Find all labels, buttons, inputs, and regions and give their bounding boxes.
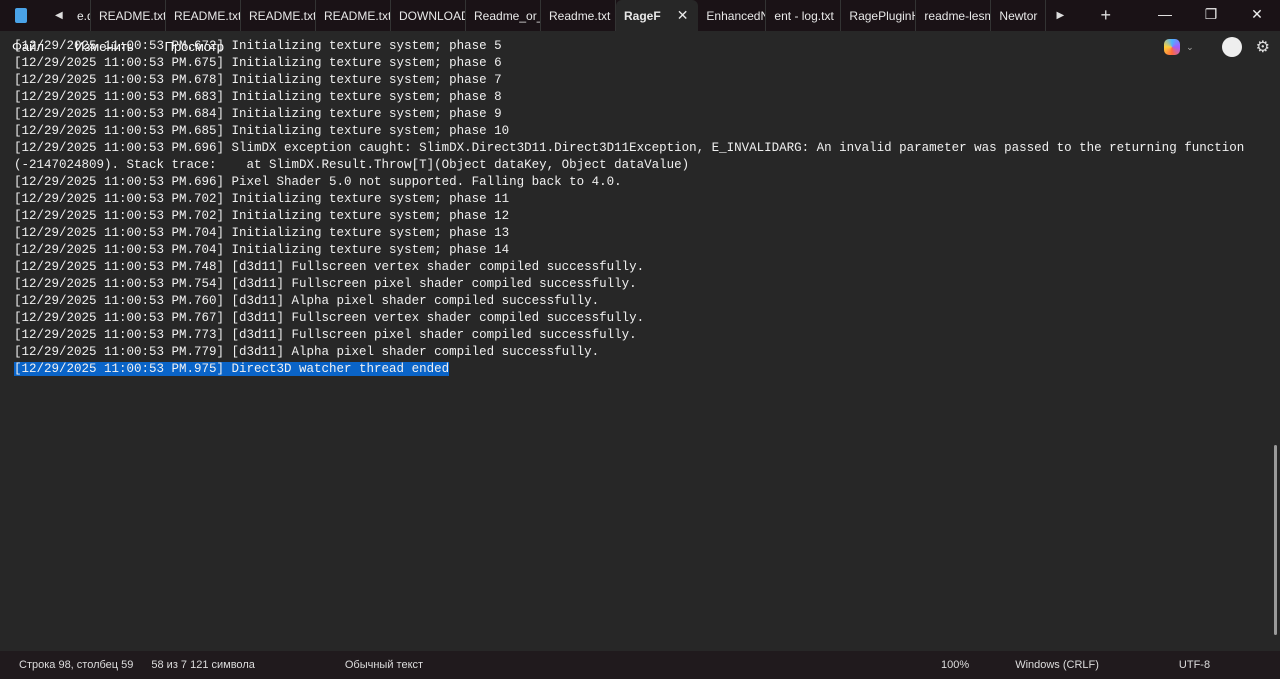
tab-item[interactable]: RageF ✕ xyxy=(616,0,699,31)
line-text: [12/29/2025 11:00:53 PM.702] Initializin… xyxy=(14,209,510,223)
tab-item[interactable]: README.txt xyxy=(166,0,241,31)
line-text: [12/29/2025 11:00:53 PM.748] [d3d11] Ful… xyxy=(14,260,645,274)
close-window-button[interactable]: ✕ xyxy=(1234,0,1280,28)
tab-label: ent - log.txt xyxy=(774,8,834,23)
tab-label: EnhancedNa xyxy=(706,8,765,23)
text-line: [12/29/2025 11:00:53 PM.760] [d3d11] Alp… xyxy=(14,293,1260,310)
tab-item[interactable]: ent - log.txt xyxy=(766,0,842,31)
text-line: [12/29/2025 11:00:53 PM.675] Initializin… xyxy=(14,55,1260,72)
text-line: [12/29/2025 11:00:53 PM.678] Initializin… xyxy=(14,72,1260,89)
line-text: [12/29/2025 11:00:53 PM.773] [d3d11] Ful… xyxy=(14,328,637,342)
line-text: [12/29/2025 11:00:53 PM.675] Initializin… xyxy=(14,56,502,70)
text-line: [12/29/2025 11:00:53 PM.975] Direct3D wa… xyxy=(14,361,1260,378)
tab-label: README.txt xyxy=(249,8,316,23)
tab-item[interactable]: README.txt xyxy=(91,0,166,31)
line-text: [12/29/2025 11:00:53 PM.696] SlimDX exce… xyxy=(14,141,1245,155)
close-tab-icon[interactable]: ✕ xyxy=(677,7,689,24)
line-text: [12/29/2025 11:00:53 PM.704] Initializin… xyxy=(14,226,510,240)
tab-item[interactable]: Readme.txt xyxy=(541,0,616,31)
line-text: [12/29/2025 11:00:53 PM.767] [d3d11] Ful… xyxy=(14,311,645,325)
text-editor[interactable]: [12/29/2025 11:00:53 PM.672] Initializin… xyxy=(14,38,1260,638)
line-text: [12/29/2025 11:00:53 PM.684] Initializin… xyxy=(14,107,502,121)
text-line: [12/29/2025 11:00:53 PM.696] Pixel Shade… xyxy=(14,174,1260,191)
tab-label: RageF xyxy=(624,8,661,23)
text-line: [12/29/2025 11:00:53 PM.683] Initializin… xyxy=(14,89,1260,106)
zoom-level[interactable]: 100% xyxy=(932,659,978,671)
line-text: [12/29/2025 11:00:53 PM.779] [d3d11] Alp… xyxy=(14,345,600,359)
text-line: [12/29/2025 11:00:53 PM.779] [d3d11] Alp… xyxy=(14,344,1260,361)
text-line: [12/29/2025 11:00:53 PM.754] [d3d11] Ful… xyxy=(14,276,1260,293)
line-text: [12/29/2025 11:00:53 PM.672] Initializin… xyxy=(14,39,502,53)
text-line: [12/29/2025 11:00:53 PM.684] Initializin… xyxy=(14,106,1260,123)
new-tab-button[interactable]: + xyxy=(1100,5,1111,26)
notepad-app-icon xyxy=(15,8,27,23)
tab-label: DOWNLOAD xyxy=(399,8,466,23)
line-text: [12/29/2025 11:00:53 PM.678] Initializin… xyxy=(14,73,502,87)
text-line: [12/29/2025 11:00:53 PM.702] Initializin… xyxy=(14,208,1260,225)
text-line: [12/29/2025 11:00:53 PM.685] Initializin… xyxy=(14,123,1260,140)
tab-item[interactable]: RagePluginH xyxy=(841,0,917,31)
tab-label: Readme_or_r xyxy=(474,8,541,23)
line-text: (-2147024809). Stack trace: at SlimDX.Re… xyxy=(14,158,690,172)
maximize-button[interactable]: ❐ xyxy=(1188,0,1234,28)
selection-count: 58 из 7 121 символа xyxy=(151,659,255,671)
text-line: [12/29/2025 11:00:53 PM.672] Initializin… xyxy=(14,38,1260,55)
tab-item[interactable]: README.txt xyxy=(316,0,391,31)
cursor-position: Строка 98, столбец 59 xyxy=(19,659,134,671)
title-bar: ◀ e.d README.txt README.txt README.txt READM… xyxy=(0,0,1280,31)
line-text: [12/29/2025 11:00:53 PM.683] Initializin… xyxy=(14,90,502,104)
tab-label: RagePluginH xyxy=(849,8,917,23)
tab-item[interactable]: README.txt xyxy=(241,0,316,31)
text-line: [12/29/2025 11:00:53 PM.704] Initializin… xyxy=(14,225,1260,242)
encoding[interactable]: UTF-8 xyxy=(1170,659,1219,671)
line-ending[interactable]: Windows (CRLF) xyxy=(1006,659,1108,671)
line-text: [12/29/2025 11:00:53 PM.704] Initializin… xyxy=(14,243,510,257)
text-line: [12/29/2025 11:00:53 PM.773] [d3d11] Ful… xyxy=(14,327,1260,344)
tab-item[interactable]: readme-lesm xyxy=(916,0,992,31)
tab-item[interactable]: Newtor xyxy=(991,0,1047,31)
minimize-button[interactable]: — xyxy=(1142,0,1188,28)
text-line: (-2147024809). Stack trace: at SlimDX.Re… xyxy=(14,157,1260,174)
line-text: [12/29/2025 11:00:53 PM.975] Direct3D wa… xyxy=(14,362,450,376)
vertical-scrollbar[interactable] xyxy=(1274,445,1277,635)
tab-label: README.txt xyxy=(324,8,391,23)
line-text: [12/29/2025 11:00:53 PM.760] [d3d11] Alp… xyxy=(14,294,600,308)
status-bar: Строка 98, столбец 59 58 из 7 121 символ… xyxy=(0,651,1280,679)
file-format: Обычный текст xyxy=(344,659,424,671)
tab-strip: e.d README.txt README.txt README.txt README.… xyxy=(69,0,1047,31)
tab-label: README.txt xyxy=(99,8,166,23)
text-line: [12/29/2025 11:00:53 PM.696] SlimDX exce… xyxy=(14,140,1260,157)
tab-label: Newtor xyxy=(999,8,1038,23)
tab-label: readme-lesm xyxy=(924,8,992,23)
tab-item[interactable]: DOWNLOAD xyxy=(391,0,466,31)
tab-item[interactable]: e.d xyxy=(69,0,91,31)
tab-label: README.txt xyxy=(174,8,241,23)
tab-label: Readme.txt xyxy=(549,8,611,23)
tab-item[interactable]: EnhancedNa xyxy=(698,0,767,31)
line-text: [12/29/2025 11:00:53 PM.754] [d3d11] Ful… xyxy=(14,277,637,291)
tab-label: e.d xyxy=(77,8,90,23)
text-line: [12/29/2025 11:00:53 PM.704] Initializin… xyxy=(14,242,1260,259)
scroll-tabs-right-icon[interactable]: ▶ xyxy=(1056,10,1070,21)
line-text: [12/29/2025 11:00:53 PM.685] Initializin… xyxy=(14,124,510,138)
scroll-tabs-left-icon[interactable]: ◀ xyxy=(55,10,69,21)
text-line: [12/29/2025 11:00:53 PM.748] [d3d11] Ful… xyxy=(14,259,1260,276)
line-text: [12/29/2025 11:00:53 PM.702] Initializin… xyxy=(14,192,510,206)
tab-item[interactable]: Readme_or_r xyxy=(466,0,541,31)
text-line: [12/29/2025 11:00:53 PM.702] Initializin… xyxy=(14,191,1260,208)
text-line: [12/29/2025 11:00:53 PM.767] [d3d11] Ful… xyxy=(14,310,1260,327)
line-text: [12/29/2025 11:00:53 PM.696] Pixel Shade… xyxy=(14,175,622,189)
